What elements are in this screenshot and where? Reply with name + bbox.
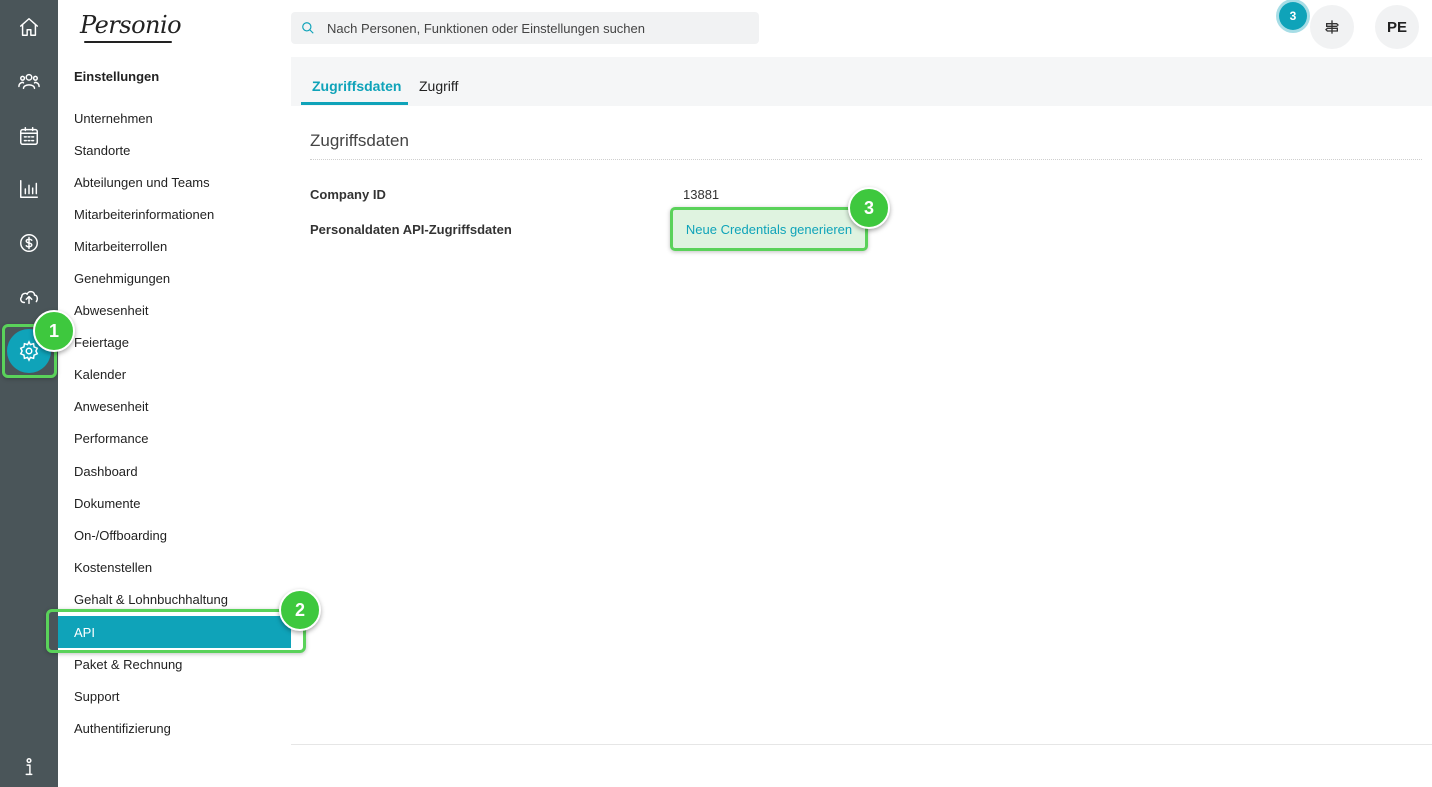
sidebar-item-abteilungen[interactable]: Abteilungen und Teams — [58, 166, 291, 198]
company-id-label: Company ID — [310, 187, 386, 202]
settings-sidebar: Einstellungen Unternehmen Standorte Abte… — [58, 57, 291, 787]
highlight-box-api — [46, 609, 306, 653]
avatar[interactable]: PE — [1375, 5, 1419, 49]
generate-credentials-button[interactable]: Neue Credentials generieren — [670, 207, 868, 251]
sidebar-item-performance[interactable]: Performance — [58, 422, 291, 454]
sidebar-item-mitarbeiterinformationen[interactable]: Mitarbeiterinformationen — [58, 198, 291, 230]
info-icon[interactable] — [0, 747, 58, 787]
tab-zugriffsdaten[interactable]: Zugriffsdaten — [312, 78, 401, 94]
home-icon[interactable] — [0, 7, 58, 47]
company-id-value: 13881 — [683, 187, 720, 202]
tab-zugriff[interactable]: Zugriff — [419, 78, 458, 94]
sidebar-item-mitarbeiterrollen[interactable]: Mitarbeiterrollen — [58, 230, 291, 262]
notification-badge[interactable]: 3 — [1279, 2, 1307, 30]
dollar-icon[interactable] — [0, 223, 58, 263]
people-icon[interactable] — [0, 61, 58, 101]
sidebar-item-feiertage[interactable]: Feiertage — [58, 326, 291, 358]
chart-icon[interactable] — [0, 169, 58, 209]
api-credentials-label: Personaldaten API-Zugriffsdaten — [310, 222, 512, 237]
logo-underline — [84, 41, 172, 43]
search-placeholder: Nach Personen, Funktionen oder Einstellu… — [327, 20, 645, 36]
settings-title: Einstellungen — [74, 69, 160, 84]
generate-credentials-label: Neue Credentials generieren — [685, 221, 853, 237]
sidebar-item-standorte[interactable]: Standorte — [58, 134, 291, 166]
main-content: Zugriffsdaten Zugriff Zugriffsdaten Comp… — [291, 57, 1432, 745]
section-divider — [310, 159, 1422, 160]
top-header: Personio Nach Personen, Funktionen oder … — [58, 0, 1432, 57]
sidebar-item-authentifizierung[interactable]: Authentifizierung — [58, 712, 291, 744]
section-title: Zugriffsdaten — [310, 131, 409, 150]
signpost-button[interactable] — [1310, 5, 1354, 49]
callout-2: 2 — [279, 589, 321, 631]
calendar-icon[interactable] — [0, 116, 58, 156]
sidebar-item-dokumente[interactable]: Dokumente — [58, 487, 291, 519]
sidebar-item-onboarding[interactable]: On-/Offboarding — [58, 519, 291, 551]
signpost-icon — [1325, 20, 1339, 34]
sidebar-item-kalender[interactable]: Kalender — [58, 358, 291, 390]
personio-logo[interactable]: Personio — [80, 9, 182, 45]
callout-1: 1 — [33, 310, 75, 352]
active-tab-indicator — [301, 102, 408, 105]
tab-bar: Zugriffsdaten Zugriff — [291, 57, 1432, 106]
sidebar-item-genehmigungen[interactable]: Genehmigungen — [58, 262, 291, 294]
sidebar-item-abwesenheit[interactable]: Abwesenheit — [58, 294, 291, 326]
search-input[interactable]: Nach Personen, Funktionen oder Einstellu… — [291, 12, 759, 44]
sidebar-item-unternehmen[interactable]: Unternehmen — [58, 102, 291, 134]
callout-3: 3 — [848, 187, 890, 229]
sidebar-item-anwesenheit[interactable]: Anwesenheit — [58, 390, 291, 422]
logo-text: Personio — [80, 11, 182, 39]
icon-rail — [0, 0, 58, 787]
sidebar-item-kostenstellen[interactable]: Kostenstellen — [58, 551, 291, 583]
sidebar-item-dashboard[interactable]: Dashboard — [58, 455, 291, 487]
sidebar-item-support[interactable]: Support — [58, 680, 291, 712]
search-icon — [302, 22, 314, 34]
content-bottom-divider — [291, 744, 1432, 745]
